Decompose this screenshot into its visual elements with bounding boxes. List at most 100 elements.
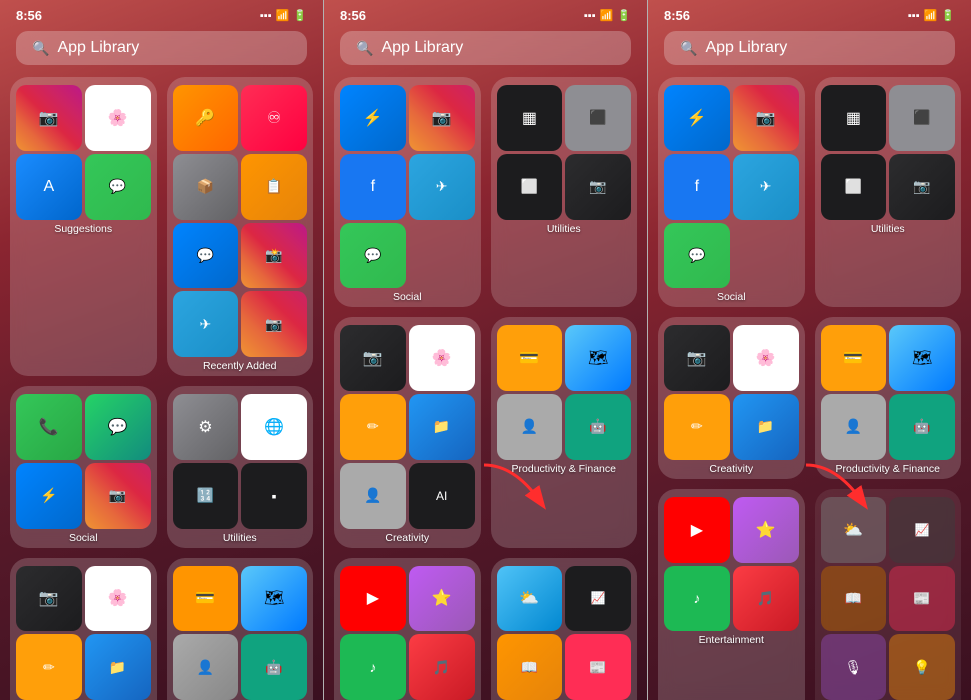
status-icons-2: ▪▪▪ 📶 🔋 <box>584 9 631 22</box>
cam3-icon: 📷 <box>340 325 406 391</box>
utilities-label-3: Utilities <box>871 223 905 235</box>
tg2-icon: ✈ <box>409 154 475 220</box>
folder-utilities-1[interactable]: ⚙ 🌐 🔢 ▪ Utilities <box>167 386 314 548</box>
freeform3-icon: ✏ <box>664 394 730 460</box>
folder-social-3[interactable]: ⚡ 📷 f ✈ 💬 Social <box>658 77 805 307</box>
folder-productivity-2[interactable]: 💳 🗺 👤 🤖 Productivity & Finance <box>491 317 638 547</box>
creativity-label-3: Creativity <box>709 463 753 475</box>
folder-suggestions[interactable]: 📷 🌸 A 💬 Suggestions <box>10 77 157 376</box>
contacts3-icon: 👤 <box>497 394 563 460</box>
tg-icon: ✈ <box>173 291 239 357</box>
app-grid-2: ⚡ 📷 f ✈ 💬 Social ▦ ⬛ ⬜ 📷 Utilities 📷 <box>324 77 647 700</box>
podcasts3-icon: 🎙 <box>821 634 887 700</box>
keys-icon: 🔑 <box>173 85 239 151</box>
wifi-icon-2: 📶 <box>600 9 614 22</box>
folder-entertainment-3[interactable]: ▶ ⭐ ♪ 🎵 Entertainment <box>658 489 805 700</box>
search-bar-2[interactable]: 🔍 App Library <box>340 31 631 65</box>
search-icon-3: 🔍 <box>680 40 697 57</box>
messages3-icon: 💬 <box>664 223 730 289</box>
ig3-icon: 📷 <box>241 291 307 357</box>
utilities-label-1: Utilities <box>223 532 257 544</box>
yt3-icon: ▶ <box>664 497 730 563</box>
misc2-icon: 📋 <box>241 154 307 220</box>
qr-icon: ⬛ <box>565 85 631 151</box>
insta-icon: 📷 <box>85 463 151 529</box>
wallet-icon: 💳 <box>173 566 239 632</box>
app-grid-3: ⚡ 📷 f ✈ 💬 Social ▦ ⬛ ⬜ 📷 Utilities 📷 <box>648 77 971 700</box>
creativity-label-2: Creativity <box>385 532 429 544</box>
folder-productivity-3[interactable]: 💳 🗺 👤 🤖 Productivity & Finance <box>815 317 962 479</box>
search-bar-1[interactable]: 🔍 App Library <box>16 31 307 65</box>
messenger2-icon: ⚡ <box>340 85 406 151</box>
tips3-icon: 💡 <box>889 634 955 700</box>
camera-icon: 📷 <box>16 566 82 632</box>
gphoto3-icon: 🌸 <box>733 325 799 391</box>
gpt2-icon: 🤖 <box>565 394 631 460</box>
squares2-icon: ⬜ <box>821 154 887 220</box>
calc-icon: 🔢 <box>173 463 239 529</box>
contacts2-icon: 👤 <box>340 463 406 529</box>
entertainment-label-3: Entertainment <box>699 634 764 646</box>
recently-added-label: Recently Added <box>203 360 277 372</box>
spotify3-icon: ♪ <box>664 566 730 632</box>
freeform-icon: ✏ <box>16 634 82 700</box>
folder-recently-added[interactable]: 🔑 ♾ 📦 📋 💬 📸 ✈ 📷 Recently Added <box>167 77 314 376</box>
time-2: 8:56 <box>340 8 366 23</box>
folder-creativity-3[interactable]: 📷 🌸 ✏ 📁 Creativity <box>658 317 805 479</box>
yt2-icon: ▶ <box>340 566 406 632</box>
folder-entertainment-2[interactable]: ▶ ⭐ ♪ 🎵 Entertainment <box>334 558 481 700</box>
status-icons-3: ▪▪▪ 📶 🔋 <box>908 9 955 22</box>
misc1-icon: 📦 <box>173 154 239 220</box>
search-label-3: App Library <box>705 39 787 57</box>
search-label-2: App Library <box>381 39 463 57</box>
folder-social-1[interactable]: 📞 💬 ⚡ 📷 Social <box>10 386 157 548</box>
messenger3-icon: ⚡ <box>664 85 730 151</box>
social-label-2: Social <box>393 291 422 303</box>
files-icon: 📁 <box>85 634 151 700</box>
panel-2: 8:56 ▪▪▪ 📶 🔋 🔍 App Library ⚡ 📷 f ✈ 💬 Soc… <box>324 0 647 700</box>
tg3-icon: ✈ <box>733 154 799 220</box>
search-bar-3[interactable]: 🔍 App Library <box>664 31 955 65</box>
empty2 <box>733 223 799 289</box>
news3-icon: 📰 <box>889 566 955 632</box>
ig-icon: 📷 <box>16 85 82 151</box>
contacts4-icon: 👤 <box>821 394 887 460</box>
folder-utilities-2[interactable]: ▦ ⬛ ⬜ 📷 Utilities <box>491 77 638 307</box>
folder-productivity-1[interactable]: 💳 🗺 👤 🤖 Productivity & Finance <box>167 558 314 700</box>
panel-3: 8:56 ▪▪▪ 📶 🔋 🔍 App Library ⚡ 📷 f ✈ 💬 Soc… <box>648 0 971 700</box>
gpt3-icon: 🤖 <box>889 394 955 460</box>
books2-icon: 📖 <box>497 634 563 700</box>
infinity-icon: ♾ <box>241 85 307 151</box>
folder-info-reading-2[interactable]: ⛅ 📈 📖 📰 🎙 💡 Information & Reading <box>491 558 638 700</box>
folder-creativity-2[interactable]: 📷 🌸 ✏ 📁 👤 AI Creativity <box>334 317 481 547</box>
gphotos-icon: 🌸 <box>85 566 151 632</box>
status-bar-2: 8:56 ▪▪▪ 📶 🔋 <box>324 0 647 27</box>
freeform2-icon: ✏ <box>340 394 406 460</box>
suggestions-label: Suggestions <box>54 223 112 235</box>
contacts-icon: 👤 <box>173 634 239 700</box>
spotify2-icon: ♪ <box>340 634 406 700</box>
signal-icon: ▪▪▪ <box>260 10 272 22</box>
battery-icon-3: 🔋 <box>941 9 955 22</box>
battery-icon: 🔋 <box>293 9 307 22</box>
folder-utilities-3[interactable]: ▦ ⬛ ⬜ 📷 Utilities <box>815 77 962 307</box>
wifi-icon: 📶 <box>276 9 290 22</box>
social-label-3: Social <box>717 291 746 303</box>
wifi-icon-3: 📶 <box>924 9 938 22</box>
status-icons-1: ▪▪▪ 📶 🔋 <box>260 9 307 22</box>
ig4-icon: 📷 <box>409 85 475 151</box>
search-label-1: App Library <box>57 39 139 57</box>
books3-icon: 📖 <box>821 566 887 632</box>
social-label-1: Social <box>69 532 98 544</box>
folder-social-2[interactable]: ⚡ 📷 f ✈ 💬 Social <box>334 77 481 307</box>
wallet2-icon: 💳 <box>497 325 563 391</box>
messenger-icon: ⚡ <box>16 463 82 529</box>
star3-icon: ⭐ <box>733 497 799 563</box>
gphoto2-icon: 🌸 <box>409 325 475 391</box>
folder-info-reading-3[interactable]: ⛅ 📈 📖 📰 🎙 💡 Information & Reading <box>815 489 962 700</box>
cam4-icon: 📷 <box>889 154 955 220</box>
qr2-icon: ⬛ <box>889 85 955 151</box>
files2-icon: 📁 <box>409 394 475 460</box>
folder-creativity-1[interactable]: 📷 🌸 ✏ 📁 Creativity <box>10 558 157 700</box>
util2-icon: ▪ <box>241 463 307 529</box>
